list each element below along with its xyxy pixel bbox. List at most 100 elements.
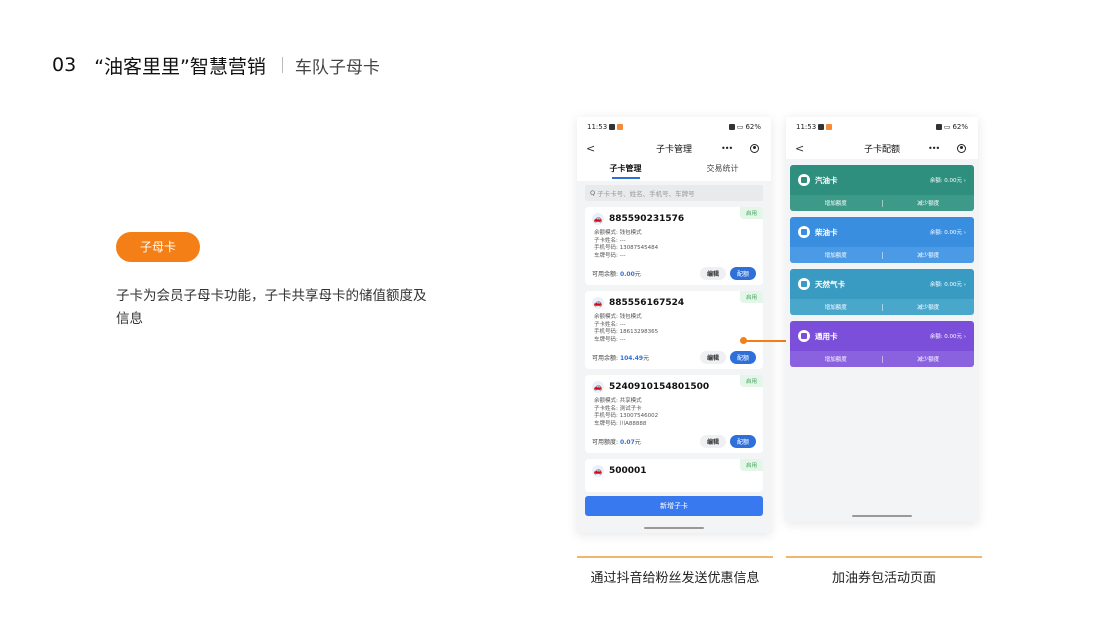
tab-bar: 子卡管理 交易统计: [577, 159, 771, 181]
phone-sub-card-quota: 11:53 ▭ 62% < 子卡配额 ••• 汽油卡 余额: 0.00元 › 增…: [786, 117, 978, 522]
fuel-card-diesel: 柴油卡 余额: 0.00元 › 增加额度 减少额度: [790, 217, 974, 263]
decrease-quota-button[interactable]: 减少额度: [883, 199, 975, 207]
increase-quota-button[interactable]: 增加额度: [790, 355, 882, 363]
sub-card-item[interactable]: 启用 🚗 885590231576 余额模式: 钱包模式 子卡姓名: --- 手…: [585, 207, 763, 285]
edit-button[interactable]: 编辑: [699, 351, 726, 364]
sub-card-item[interactable]: 启用 🚗 885556167524 余额模式: 钱包模式 子卡姓名: --- 手…: [585, 291, 763, 369]
increase-quota-button[interactable]: 增加额度: [790, 251, 882, 259]
car-icon: 🚗: [592, 297, 604, 309]
more-icon[interactable]: •••: [721, 144, 733, 153]
fuel-card-balance: 余额: 0.00元 ›: [929, 178, 966, 184]
fuel-pump-icon: [798, 278, 810, 290]
status-bar: 11:53 ▭ 62%: [577, 117, 771, 137]
nav-bar: < 子卡管理 •••: [577, 137, 771, 159]
increase-quota-button[interactable]: 增加额度: [790, 303, 882, 311]
fuel-card-name: 汽油卡: [815, 175, 838, 185]
page-header: 03 “油客里里”智慧营销 车队子母卡: [52, 52, 380, 78]
fuel-card-balance: 余额: 0.00元 ›: [929, 230, 966, 236]
status-time: 11:53: [796, 123, 817, 131]
status-badge: 启用: [739, 207, 763, 219]
app-notification-icon: [617, 124, 624, 130]
card-balance: 可用余额: 104.49元: [592, 355, 650, 362]
edit-button[interactable]: 编辑: [699, 435, 726, 448]
card-info: 余额模式: 钱包模式 子卡姓名: --- 手机号码: 18613298365 车…: [592, 314, 756, 344]
quota-button[interactable]: 配额: [729, 351, 756, 364]
status-badge: 启用: [739, 291, 763, 303]
add-sub-card-button[interactable]: 新增子卡: [585, 496, 763, 516]
fuel-card-actions: 增加额度 减少额度: [790, 247, 974, 263]
card-info-line: 手机号码: 18613298365: [594, 329, 659, 335]
caption-underline: [786, 556, 982, 558]
page-subtitle: 车队子母卡: [294, 57, 380, 78]
close-target-icon[interactable]: [750, 143, 759, 153]
fuel-card-header[interactable]: 通用卡 余额: 0.00元 ›: [790, 321, 974, 351]
fuel-card-name: 通用卡: [815, 331, 838, 341]
nav-bar: < 子卡配额 •••: [786, 137, 978, 159]
feature-tag: 子母卡: [116, 232, 200, 262]
fuel-pump-icon: [798, 226, 810, 238]
section-number: 03: [52, 54, 77, 76]
increase-quota-button[interactable]: 增加额度: [790, 199, 882, 207]
sub-card-item[interactable]: 启用 🚗 5240910154801500 余额模式: 共享模式 子卡姓名: 测…: [585, 375, 763, 453]
caption-left: 通过抖音给粉丝发送优惠信息: [590, 571, 760, 586]
fuel-card-actions: 增加额度 减少额度: [790, 299, 974, 315]
fuel-card-actions: 增加额度 减少额度: [790, 195, 974, 211]
fuel-pump-icon: [798, 330, 810, 342]
page-title: “油客里里”智慧营销: [94, 55, 266, 78]
fuel-card-name: 天然气卡: [815, 279, 845, 289]
card-info-line: 子卡姓名: ---: [594, 321, 626, 328]
decrease-quota-button[interactable]: 减少额度: [883, 303, 975, 311]
caption-right: 加油券包活动页面: [831, 571, 936, 586]
app-notification-icon: [826, 124, 833, 130]
card-info: 余额模式: 钱包模式 子卡姓名: --- 手机号码: 13087545484 车…: [592, 230, 756, 260]
battery-level: 62%: [952, 123, 968, 131]
more-icon[interactable]: •••: [928, 144, 940, 153]
card-info-line: 余额模式: 钱包模式: [594, 230, 642, 236]
connector-dot: [740, 337, 747, 344]
fuel-card-header[interactable]: 柴油卡 余额: 0.00元 ›: [790, 217, 974, 247]
signal-icon: [728, 124, 735, 130]
close-target-icon[interactable]: [957, 143, 966, 153]
quota-button[interactable]: 配额: [729, 267, 756, 280]
status-bar: 11:53 ▭ 62%: [786, 117, 978, 137]
fuel-card-gasoline: 汽油卡 余额: 0.00元 › 增加额度 减少额度: [790, 165, 974, 211]
sub-card-item[interactable]: 启用 🚗 500001: [585, 459, 763, 492]
phone-sub-card-management: 11:53 ▭ 62% < 子卡管理 ••• 子卡管理 交易统计 Q 子卡卡号、…: [577, 117, 771, 533]
card-info-line: 子卡姓名: ---: [594, 237, 626, 244]
card-info-line: 余额模式: 共享模式: [594, 398, 642, 404]
status-badge: 启用: [739, 375, 763, 387]
fuel-card-header[interactable]: 汽油卡 余额: 0.00元 ›: [790, 165, 974, 195]
battery-level: 62%: [745, 123, 761, 131]
decrease-quota-button[interactable]: 减少额度: [883, 355, 975, 363]
feature-description: 子卡为会员子母卡功能，子卡共享母卡的储值额度及信息: [116, 288, 427, 327]
card-number: 5240910154801500: [609, 382, 710, 392]
car-icon: 🚗: [592, 465, 604, 477]
notification-icon: [609, 124, 616, 130]
fuel-pump-icon: [798, 174, 810, 186]
search-input[interactable]: Q 子卡卡号、姓名、手机号、车牌号: [585, 185, 763, 201]
card-info-line: 车牌号码: ---: [594, 336, 626, 343]
fuel-card-header[interactable]: 天然气卡 余额: 0.00元 ›: [790, 269, 974, 299]
tab-transaction-stats[interactable]: 交易统计: [674, 159, 771, 181]
decrease-quota-button[interactable]: 减少额度: [883, 251, 975, 259]
tab-sub-card-management[interactable]: 子卡管理: [577, 159, 674, 181]
mini-program-capsule: •••: [924, 141, 970, 155]
card-info-line: 车牌号码: ---: [594, 252, 626, 259]
edit-button[interactable]: 编辑: [699, 267, 726, 280]
card-info: 余额模式: 共享模式 子卡姓名: 测试子卡 手机号码: 13007546002 …: [592, 398, 756, 428]
fuel-card-general: 通用卡 余额: 0.00元 › 增加额度 减少额度: [790, 321, 974, 367]
card-info-line: 手机号码: 13007546002: [594, 413, 659, 419]
home-indicator: [644, 527, 704, 529]
card-info-line: 手机号码: 13087545484: [594, 245, 659, 251]
caption-underline: [577, 556, 773, 558]
search-icon: Q: [590, 189, 596, 197]
status-badge: 启用: [739, 459, 763, 471]
signal-icon: [935, 124, 942, 130]
card-info-line: 子卡姓名: 测试子卡: [594, 405, 642, 412]
card-number: 500001: [609, 466, 647, 476]
search-placeholder: 子卡卡号、姓名、手机号、车牌号: [597, 190, 695, 198]
mini-program-capsule: •••: [717, 141, 763, 155]
quota-button[interactable]: 配额: [729, 435, 756, 448]
connector-line: [746, 340, 788, 342]
fuel-card-natural-gas: 天然气卡 余额: 0.00元 › 增加额度 减少额度: [790, 269, 974, 315]
